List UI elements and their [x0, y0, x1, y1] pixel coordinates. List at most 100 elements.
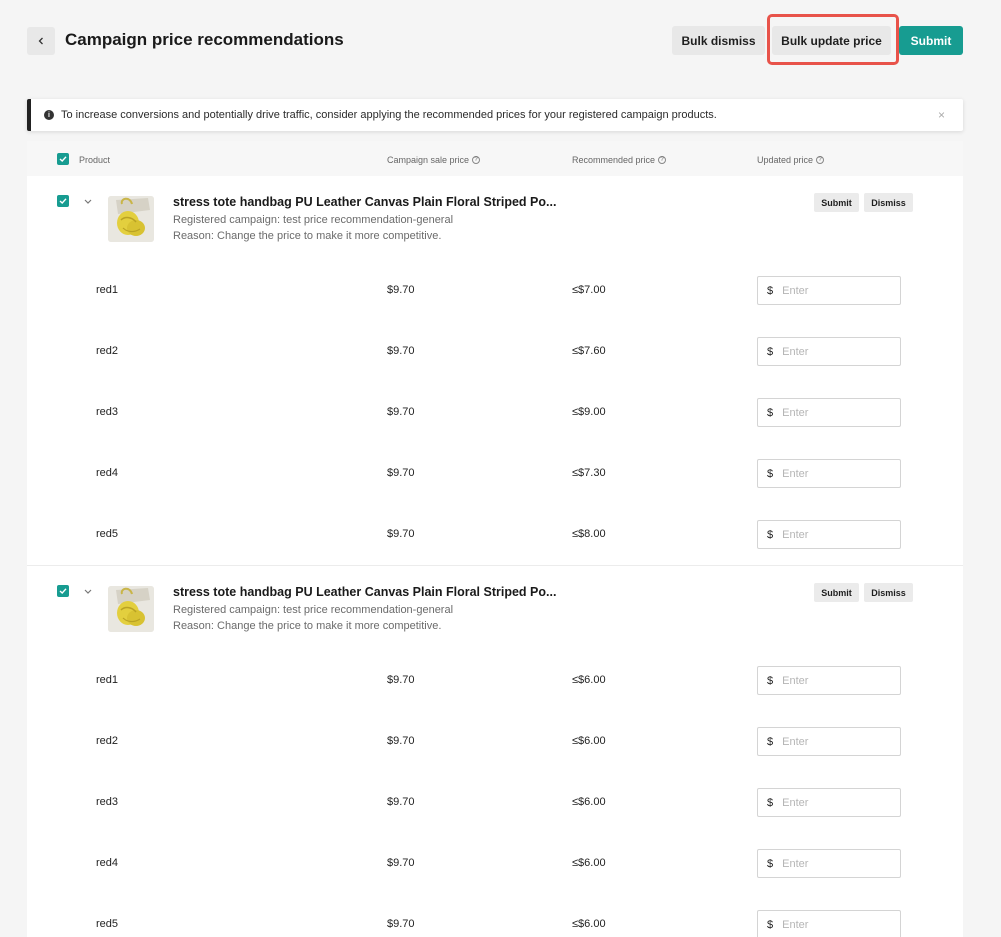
product-dismiss-button[interactable]: Dismiss [864, 193, 913, 212]
updated-price-input[interactable] [782, 467, 883, 480]
currency-symbol: $ [767, 674, 774, 687]
variant-name: red2 [96, 735, 119, 747]
banner-text: To increase conversions and potentially … [61, 109, 717, 121]
variant-name: red2 [96, 345, 119, 357]
variant-name: red5 [96, 528, 119, 540]
updated-price-field[interactable]: $ [757, 398, 901, 427]
updated-price-field[interactable]: $ [757, 337, 901, 366]
recommended-price: ≤$6.00 [572, 674, 606, 686]
product-name: stress tote handbag PU Leather Canvas Pl… [173, 195, 557, 209]
product-checkbox[interactable] [57, 585, 69, 597]
variant-row: red4 $9.70 ≤$6.00 $ [27, 840, 963, 901]
chevron-down-icon[interactable] [83, 588, 93, 596]
variant-row: red5 $9.70 ≤$8.00 $ [27, 511, 963, 572]
campaign-sale-price: $9.70 [387, 345, 415, 357]
updated-price-input[interactable] [782, 528, 883, 541]
recommended-price: ≤$6.00 [572, 857, 606, 869]
recommended-price: ≤$7.30 [572, 467, 606, 479]
divider [27, 565, 963, 566]
updated-price-input[interactable] [782, 284, 883, 297]
recommended-price: ≤$9.00 [572, 406, 606, 418]
updated-price-field[interactable]: $ [757, 459, 901, 488]
updated-price-input[interactable] [782, 918, 883, 931]
help-icon[interactable]: ? [816, 156, 825, 164]
updated-price-field[interactable]: $ [757, 666, 901, 695]
currency-symbol: $ [767, 406, 774, 419]
back-button[interactable] [27, 27, 55, 55]
select-all-checkbox[interactable] [57, 153, 69, 165]
campaign-sale-price: $9.70 [387, 284, 415, 296]
check-icon [59, 588, 67, 594]
chevron-down-icon[interactable] [83, 198, 93, 206]
registered-campaign: Registered campaign: test price recommen… [173, 604, 454, 616]
column-updated-price: Updated price? [757, 155, 825, 165]
check-icon [59, 198, 67, 204]
currency-symbol: $ [767, 735, 774, 748]
variant-name: red5 [96, 918, 119, 930]
chevron-left-icon [38, 37, 43, 45]
variant-name: red4 [96, 857, 119, 869]
variant-name: red3 [96, 406, 119, 418]
campaign-sale-price: $9.70 [387, 918, 415, 930]
updated-price-input[interactable] [782, 796, 883, 809]
currency-symbol: $ [767, 528, 774, 541]
help-icon[interactable]: ? [658, 156, 667, 164]
close-icon[interactable]: × [938, 108, 945, 122]
updated-price-input[interactable] [782, 857, 883, 870]
recommended-price: ≤$7.00 [572, 284, 606, 296]
campaign-sale-price: $9.70 [387, 735, 415, 747]
updated-price-input[interactable] [782, 406, 883, 419]
campaign-sale-price: $9.70 [387, 674, 415, 686]
product-thumbnail [108, 586, 154, 632]
recommendation-reason: Reason: Change the price to make it more… [173, 620, 442, 632]
updated-price-field[interactable]: $ [757, 520, 901, 549]
variant-name: red1 [96, 674, 119, 686]
recommendations-table: Product Campaign sale price? Recommended… [27, 141, 963, 937]
product-checkbox[interactable] [57, 195, 69, 207]
campaign-sale-price: $9.70 [387, 406, 415, 418]
recommended-price: ≤$6.00 [572, 918, 606, 930]
variant-name: red3 [96, 796, 119, 808]
variant-row: red3 $9.70 ≤$9.00 $ [27, 389, 963, 450]
updated-price-field[interactable]: $ [757, 849, 901, 878]
updated-price-field[interactable]: $ [757, 788, 901, 817]
variant-row: red4 $9.70 ≤$7.30 $ [27, 450, 963, 511]
currency-symbol: $ [767, 857, 774, 870]
variant-row: red3 $9.70 ≤$6.00 $ [27, 779, 963, 840]
updated-price-input[interactable] [782, 674, 883, 687]
currency-symbol: $ [767, 796, 774, 809]
recommended-price: ≤$8.00 [572, 528, 606, 540]
submit-button[interactable]: Submit [899, 26, 963, 55]
bulk-update-price-button[interactable]: Bulk update price [772, 26, 891, 55]
column-product: Product [79, 155, 111, 165]
variant-row: red5 $9.70 ≤$6.00 $ [27, 901, 963, 937]
recommended-price: ≤$7.60 [572, 345, 606, 357]
column-recommended-price: Recommended price? [572, 155, 667, 165]
product-submit-button[interactable]: Submit [814, 193, 859, 212]
product-dismiss-button[interactable]: Dismiss [864, 583, 913, 602]
campaign-sale-price: $9.70 [387, 857, 415, 869]
column-campaign-sale-price: Campaign sale price? [387, 155, 481, 165]
updated-price-input[interactable] [782, 345, 883, 358]
currency-symbol: $ [767, 918, 774, 931]
campaign-sale-price: $9.70 [387, 796, 415, 808]
variant-row: red2 $9.70 ≤$7.60 $ [27, 328, 963, 389]
variant-row: red1 $9.70 ≤$6.00 $ [27, 657, 963, 718]
currency-symbol: $ [767, 345, 774, 358]
check-icon [59, 156, 67, 162]
bulk-dismiss-button[interactable]: Bulk dismiss [672, 26, 765, 55]
currency-symbol: $ [767, 284, 774, 297]
variant-name: red1 [96, 284, 119, 296]
variant-row: red2 $9.70 ≤$6.00 $ [27, 718, 963, 779]
recommended-price: ≤$6.00 [572, 796, 606, 808]
currency-symbol: $ [767, 467, 774, 480]
updated-price-input[interactable] [782, 735, 883, 748]
campaign-sale-price: $9.70 [387, 467, 415, 479]
updated-price-field[interactable]: $ [757, 910, 901, 937]
product-submit-button[interactable]: Submit [814, 583, 859, 602]
page-title: Campaign price recommendations [65, 30, 344, 49]
product-name: stress tote handbag PU Leather Canvas Pl… [173, 585, 557, 599]
updated-price-field[interactable]: $ [757, 727, 901, 756]
help-icon[interactable]: ? [472, 156, 481, 164]
updated-price-field[interactable]: $ [757, 276, 901, 305]
